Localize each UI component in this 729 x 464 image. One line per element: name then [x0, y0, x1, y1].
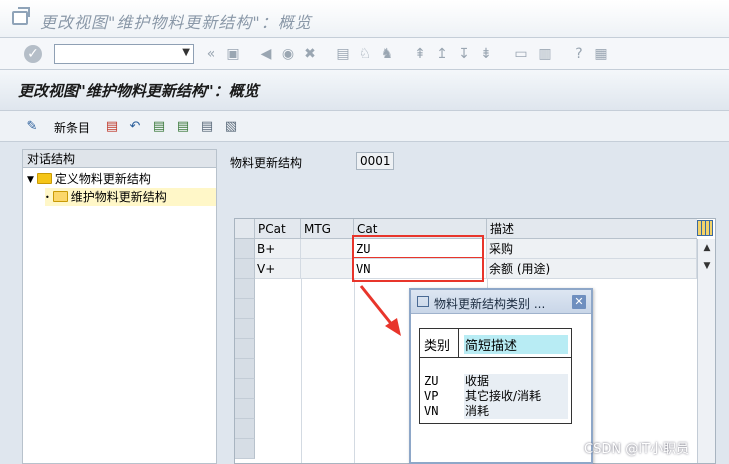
column-header-description[interactable]: 描述: [487, 219, 697, 239]
tree-header: 对话结构: [23, 150, 216, 168]
select-block-icon[interactable]: ▤: [175, 119, 191, 135]
cell-cat-input[interactable]: ZU: [354, 239, 487, 259]
column-header-cat[interactable]: Cat: [354, 219, 487, 239]
structure-label: 物料更新结构: [230, 156, 303, 170]
edit-view-icon: [12, 11, 28, 25]
row-selector[interactable]: [235, 399, 255, 419]
cell-cat-input[interactable]: VN: [354, 259, 487, 279]
page-title: 更改视图"维护物料更新结构"：概览: [18, 82, 259, 100]
cell-pcat[interactable]: B+: [255, 239, 301, 259]
previous-page-icon[interactable]: ↥: [434, 46, 450, 62]
popup-title-bar: 物料更新结构类别 ... ✕: [411, 290, 591, 314]
select-all-header[interactable]: [235, 219, 255, 239]
row-selector[interactable]: [235, 439, 255, 459]
deselect-all-icon[interactable]: ▤: [199, 119, 215, 135]
popup-row-code[interactable]: VP: [424, 389, 438, 404]
structure-value: 0001: [356, 152, 394, 170]
tree-item-label: 维护物料更新结构: [70, 190, 167, 204]
row-selector[interactable]: [235, 419, 255, 439]
tree-item-maintain-structure[interactable]: • 维护物料更新结构: [45, 188, 216, 206]
exit-icon[interactable]: ◉: [280, 46, 296, 62]
category-popup: 物料更新结构类别 ... ✕ 类别 简短描述 ZU 收据 VP 其它接收/消耗 …: [409, 288, 593, 464]
popup-title: 物料更新结构类别 ...: [434, 297, 546, 311]
layout-icon[interactable]: ▦: [593, 46, 609, 62]
copy-as-icon[interactable]: ▤: [104, 119, 120, 135]
tree-item-define-structure[interactable]: ▼ 定义物料更新结构: [27, 170, 216, 188]
save-icon[interactable]: ▣: [225, 46, 241, 62]
shortcut-icon[interactable]: ▥: [537, 46, 553, 62]
tree-item-label: 定义物料更新结构: [54, 172, 151, 186]
application-toolbar: ✎ 新条目 ▤ ↶ ▤ ▤ ▤ ▧: [0, 110, 729, 142]
display-change-icon[interactable]: ✎: [24, 119, 40, 135]
popup-row-description[interactable]: 收据: [464, 374, 568, 389]
expand-triangle-icon[interactable]: ▼: [27, 171, 34, 189]
select-all-icon[interactable]: ▤: [151, 119, 167, 135]
popup-list: 类别 简短描述 ZU 收据 VP 其它接收/消耗 VN 消耗: [419, 328, 572, 424]
title-bar: 更改视图"维护物料更新结构"：概览: [0, 0, 729, 38]
column-header-mtg[interactable]: MTG: [301, 219, 354, 239]
scroll-up-icon[interactable]: ▲: [700, 241, 714, 255]
close-icon[interactable]: ✕: [572, 295, 586, 309]
popup-header-description: 简短描述: [464, 335, 568, 354]
new-session-icon[interactable]: ▭: [513, 46, 529, 62]
cell-pcat[interactable]: V+: [255, 259, 301, 279]
row-selector[interactable]: [235, 259, 255, 279]
row-selector[interactable]: [235, 239, 255, 259]
row-selector[interactable]: [235, 299, 255, 319]
row-selector[interactable]: [235, 319, 255, 339]
find-icon[interactable]: ♘: [357, 46, 373, 62]
row-selector[interactable]: [235, 359, 255, 379]
popup-row-code[interactable]: VN: [424, 404, 438, 419]
last-page-icon[interactable]: ⇟: [478, 46, 494, 62]
cell-description: 采购: [487, 239, 697, 259]
first-page-icon[interactable]: ⇞: [412, 46, 428, 62]
next-page-icon[interactable]: ↧: [456, 46, 472, 62]
new-entries-button[interactable]: 新条目: [54, 119, 90, 136]
enter-icon[interactable]: ✓: [24, 45, 42, 63]
cell-mtg[interactable]: [301, 239, 354, 259]
command-field[interactable]: ▼: [54, 44, 194, 64]
cell-description: 余额 (用途): [487, 259, 697, 279]
popup-divider: [420, 357, 571, 358]
chevron-down-icon[interactable]: ▼: [182, 47, 190, 58]
system-toolbar: ✓ ▼ « ▣ ◀ ◉ ✖ ▤ ♘ ♞ ⇞ ↥ ↧ ⇟ ▭ ▥ ? ▦: [0, 38, 729, 70]
popup-row-code[interactable]: ZU: [424, 374, 438, 389]
window-title: 更改视图"维护物料更新结构"：概览: [40, 13, 312, 32]
back-icon[interactable]: ◀: [258, 46, 274, 62]
row-selector[interactable]: [235, 279, 255, 299]
popup-divider: [458, 329, 459, 357]
watermark: CSDN @IT小职员: [584, 442, 689, 457]
vertical-scrollbar[interactable]: ▲ ▼: [697, 239, 715, 463]
popup-row-description[interactable]: 其它接收/消耗: [464, 389, 568, 404]
row-selector[interactable]: [235, 339, 255, 359]
folder-icon: [36, 173, 52, 184]
row-selector[interactable]: [235, 379, 255, 399]
popup-edit-icon: [417, 296, 429, 307]
cell-mtg[interactable]: [301, 259, 354, 279]
column-header-pcat[interactable]: PCat: [255, 219, 301, 239]
find-next-icon[interactable]: ♞: [379, 46, 395, 62]
undo-icon[interactable]: ↶: [127, 119, 143, 135]
column-settings-icon[interactable]: [697, 220, 713, 236]
popup-row-description[interactable]: 消耗: [464, 404, 568, 419]
print-icon[interactable]: ▤: [335, 46, 351, 62]
annotation-arrow: [359, 285, 401, 336]
dialog-structure-tree: 对话结构 ▼ 定义物料更新结构 • 维护物料更新结构: [22, 149, 217, 464]
print-view-icon[interactable]: ▧: [223, 119, 239, 135]
open-folder-icon: [52, 191, 68, 202]
scroll-down-icon[interactable]: ▼: [700, 259, 714, 273]
bullet-icon: •: [45, 192, 50, 202]
help-icon[interactable]: ?: [571, 46, 587, 62]
cancel-icon[interactable]: ✖: [302, 46, 318, 62]
back-double-icon: «: [206, 46, 216, 62]
popup-header-category: 类别: [424, 339, 451, 354]
